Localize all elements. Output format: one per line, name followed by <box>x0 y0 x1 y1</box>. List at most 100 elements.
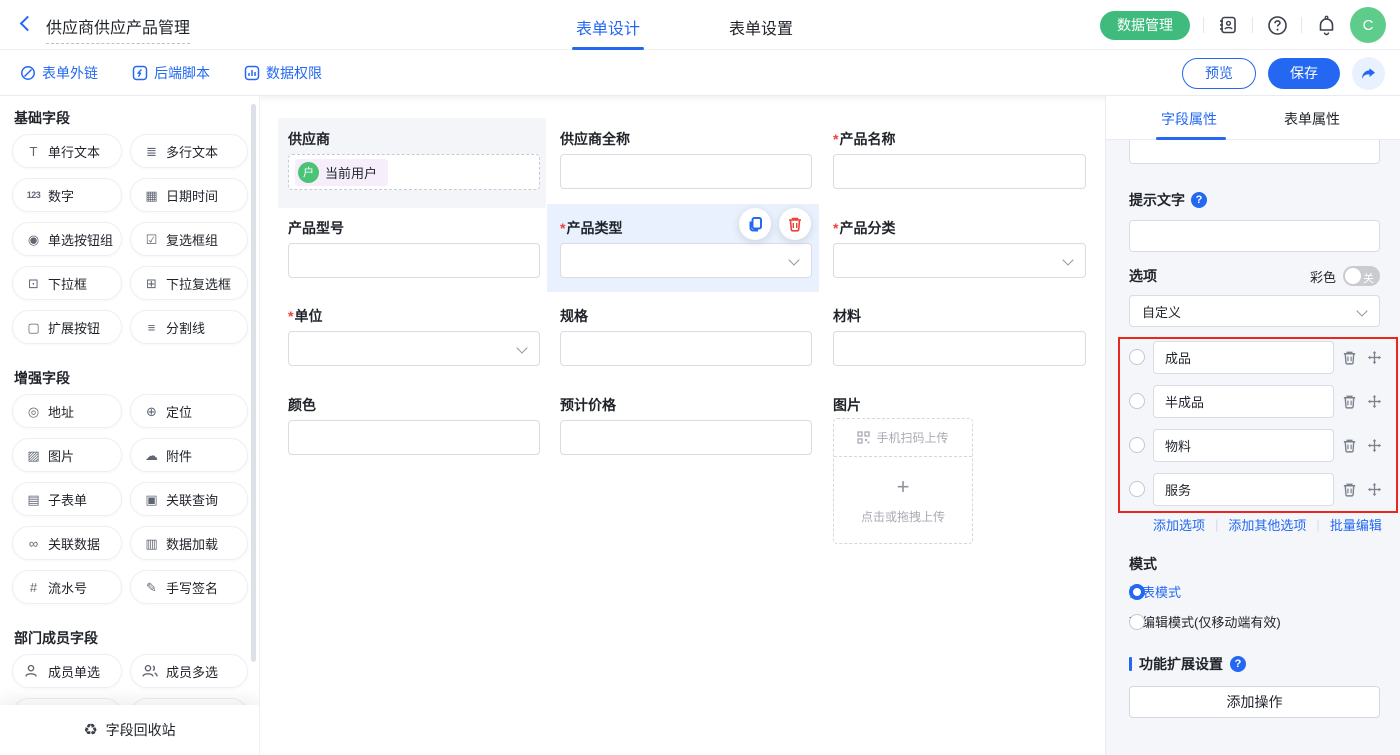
option-radio[interactable] <box>1129 349 1145 365</box>
move-option-icon[interactable] <box>1367 394 1382 409</box>
field-item-image[interactable]: ▨图片 <box>12 438 122 472</box>
data-permission-link[interactable]: 数据权限 <box>244 63 322 83</box>
scan-upload-button[interactable]: 手机扫码上传 <box>834 419 972 457</box>
field-item-signature[interactable]: ✎手写签名 <box>130 570 248 604</box>
field-image-upload[interactable]: 图片 手机扫码上传 + 点击或拖拽上传 <box>833 395 1086 539</box>
contacts-book-icon[interactable] <box>1217 14 1239 36</box>
option-radio[interactable] <box>1129 437 1145 453</box>
radio-unselected-icon[interactable] <box>1129 614 1145 630</box>
field-item-address[interactable]: ◎地址 <box>12 394 122 428</box>
field-supplier-full-name[interactable]: 供应商全称 <box>560 129 812 147</box>
add-action-button[interactable]: 添加操作 <box>1129 686 1380 718</box>
share-button[interactable] <box>1352 57 1385 90</box>
mode-list-option[interactable]: 列表模式 <box>1129 582 1181 601</box>
field-title-input[interactable] <box>1129 140 1380 164</box>
extension-help-icon[interactable]: ? <box>1230 656 1246 672</box>
field-item-multi-dropdown[interactable]: ⊞下拉复选框 <box>130 266 248 300</box>
move-option-icon[interactable] <box>1367 438 1382 453</box>
field-material[interactable]: 材料 <box>833 306 1086 324</box>
field-item-datetime[interactable]: ▦日期时间 <box>130 178 248 212</box>
field-item-radio-group[interactable]: ◉单选按钮组 <box>12 222 122 256</box>
color-toggle[interactable]: 关 <box>1343 266 1380 286</box>
copy-field-button[interactable] <box>739 208 771 240</box>
user-tag-icon: 户 <box>298 162 319 183</box>
option-text-input[interactable] <box>1153 429 1334 462</box>
field-color[interactable]: 颜色 <box>288 395 540 413</box>
field-unit[interactable]: *单位 <box>288 306 540 324</box>
move-option-icon[interactable] <box>1367 482 1382 497</box>
sidebar-scrollbar[interactable] <box>251 104 256 662</box>
color-input[interactable] <box>288 420 540 455</box>
field-item-member-multi[interactable]: 成员多选 <box>130 654 248 688</box>
field-item-attachment[interactable]: ☁附件 <box>130 438 248 472</box>
click-upload-area[interactable]: + 点击或拖拽上传 <box>834 457 972 543</box>
form-external-link[interactable]: 表单外链 <box>20 63 98 83</box>
backend-script-link[interactable]: 后端脚本 <box>132 63 210 83</box>
delete-option-icon[interactable] <box>1342 350 1357 365</box>
option-source-select[interactable]: 自定义 <box>1129 295 1380 327</box>
option-radio[interactable] <box>1129 393 1145 409</box>
spec-input[interactable] <box>560 331 812 366</box>
field-item-number[interactable]: 123数字 <box>12 178 122 212</box>
delete-option-icon[interactable] <box>1342 438 1357 453</box>
current-user-tag[interactable]: 户 当前用户 <box>295 159 388 186</box>
notification-bell-icon[interactable] <box>1315 14 1337 36</box>
field-item-serial-number[interactable]: #流水号 <box>12 570 122 604</box>
tab-form-settings[interactable]: 表单设置 <box>729 15 793 39</box>
data-manage-button[interactable]: 数据管理 <box>1100 11 1190 40</box>
tab-field-properties[interactable]: 字段属性 <box>1161 109 1217 129</box>
field-item-geolocation[interactable]: ⊕定位 <box>130 394 248 428</box>
field-product-type[interactable]: *产品类型 <box>560 218 812 236</box>
delete-field-button[interactable] <box>779 208 811 240</box>
user-avatar[interactable]: C <box>1350 7 1386 43</box>
hint-help-icon[interactable]: ? <box>1191 192 1207 208</box>
product-category-select[interactable] <box>833 243 1086 278</box>
save-button[interactable]: 保存 <box>1268 58 1340 89</box>
product-model-input[interactable] <box>288 243 540 278</box>
material-input[interactable] <box>833 331 1086 366</box>
unit-select[interactable] <box>288 331 540 366</box>
product-name-input[interactable] <box>833 154 1086 189</box>
option-text-input[interactable] <box>1153 341 1334 374</box>
supplier-user-box[interactable]: 户 当前用户 <box>288 154 540 190</box>
add-option-link[interactable]: 添加选项 <box>1153 515 1205 534</box>
field-item-linked-data[interactable]: ∞关联数据 <box>12 526 122 560</box>
option-text-input[interactable] <box>1153 473 1334 506</box>
add-other-option-link[interactable]: 添加其他选项 <box>1228 515 1306 534</box>
field-item-subform[interactable]: ▤子表单 <box>12 482 122 516</box>
field-recycle-bin[interactable]: ♻ 字段回收站 <box>0 705 259 755</box>
field-item-dropdown[interactable]: ⊡下拉框 <box>12 266 122 300</box>
field-item-checkbox-group[interactable]: ☑复选框组 <box>130 222 248 256</box>
tab-form-properties[interactable]: 表单属性 <box>1284 109 1340 129</box>
move-option-icon[interactable] <box>1367 350 1382 365</box>
option-radio[interactable] <box>1129 481 1145 497</box>
page-title[interactable]: 供应商供应产品管理 <box>46 14 190 44</box>
field-spec[interactable]: 规格 <box>560 306 812 324</box>
supplier-full-name-input[interactable] <box>560 154 812 189</box>
field-product-category[interactable]: *产品分类 <box>833 218 1086 236</box>
field-item-divider[interactable]: ≡分割线 <box>130 310 248 344</box>
delete-option-icon[interactable] <box>1342 394 1357 409</box>
radio-selected-icon[interactable] <box>1129 584 1145 600</box>
field-product-model[interactable]: 产品型号 <box>288 218 540 236</box>
batch-edit-link[interactable]: 批量编辑 <box>1330 515 1382 534</box>
preview-button[interactable]: 预览 <box>1182 58 1256 89</box>
field-price[interactable]: 预计价格 <box>560 395 812 413</box>
option-text-input[interactable] <box>1153 385 1334 418</box>
field-supplier[interactable]: 供应商 户 当前用户 <box>288 129 540 147</box>
product-type-select[interactable] <box>560 243 812 278</box>
field-item-data-load[interactable]: ▥数据加载 <box>130 526 248 560</box>
help-icon[interactable] <box>1266 14 1288 36</box>
back-icon[interactable] <box>20 18 32 30</box>
tab-form-design[interactable]: 表单设计 <box>576 15 640 39</box>
price-input[interactable] <box>560 420 812 455</box>
hint-text-input[interactable] <box>1129 220 1380 252</box>
field-item-linked-query[interactable]: ▣关联查询 <box>130 482 248 516</box>
field-product-name[interactable]: *产品名称 <box>833 129 1086 147</box>
mode-editable-option[interactable]: 可编辑模式(仅移动端有效) <box>1129 612 1281 631</box>
field-item-extend-button[interactable]: ▢扩展按钮 <box>12 310 122 344</box>
field-item-multi-text[interactable]: ≣多行文本 <box>130 134 248 168</box>
field-item-member-single[interactable]: 成员单选 <box>12 654 122 688</box>
field-item-single-text[interactable]: T单行文本 <box>12 134 122 168</box>
delete-option-icon[interactable] <box>1342 482 1357 497</box>
